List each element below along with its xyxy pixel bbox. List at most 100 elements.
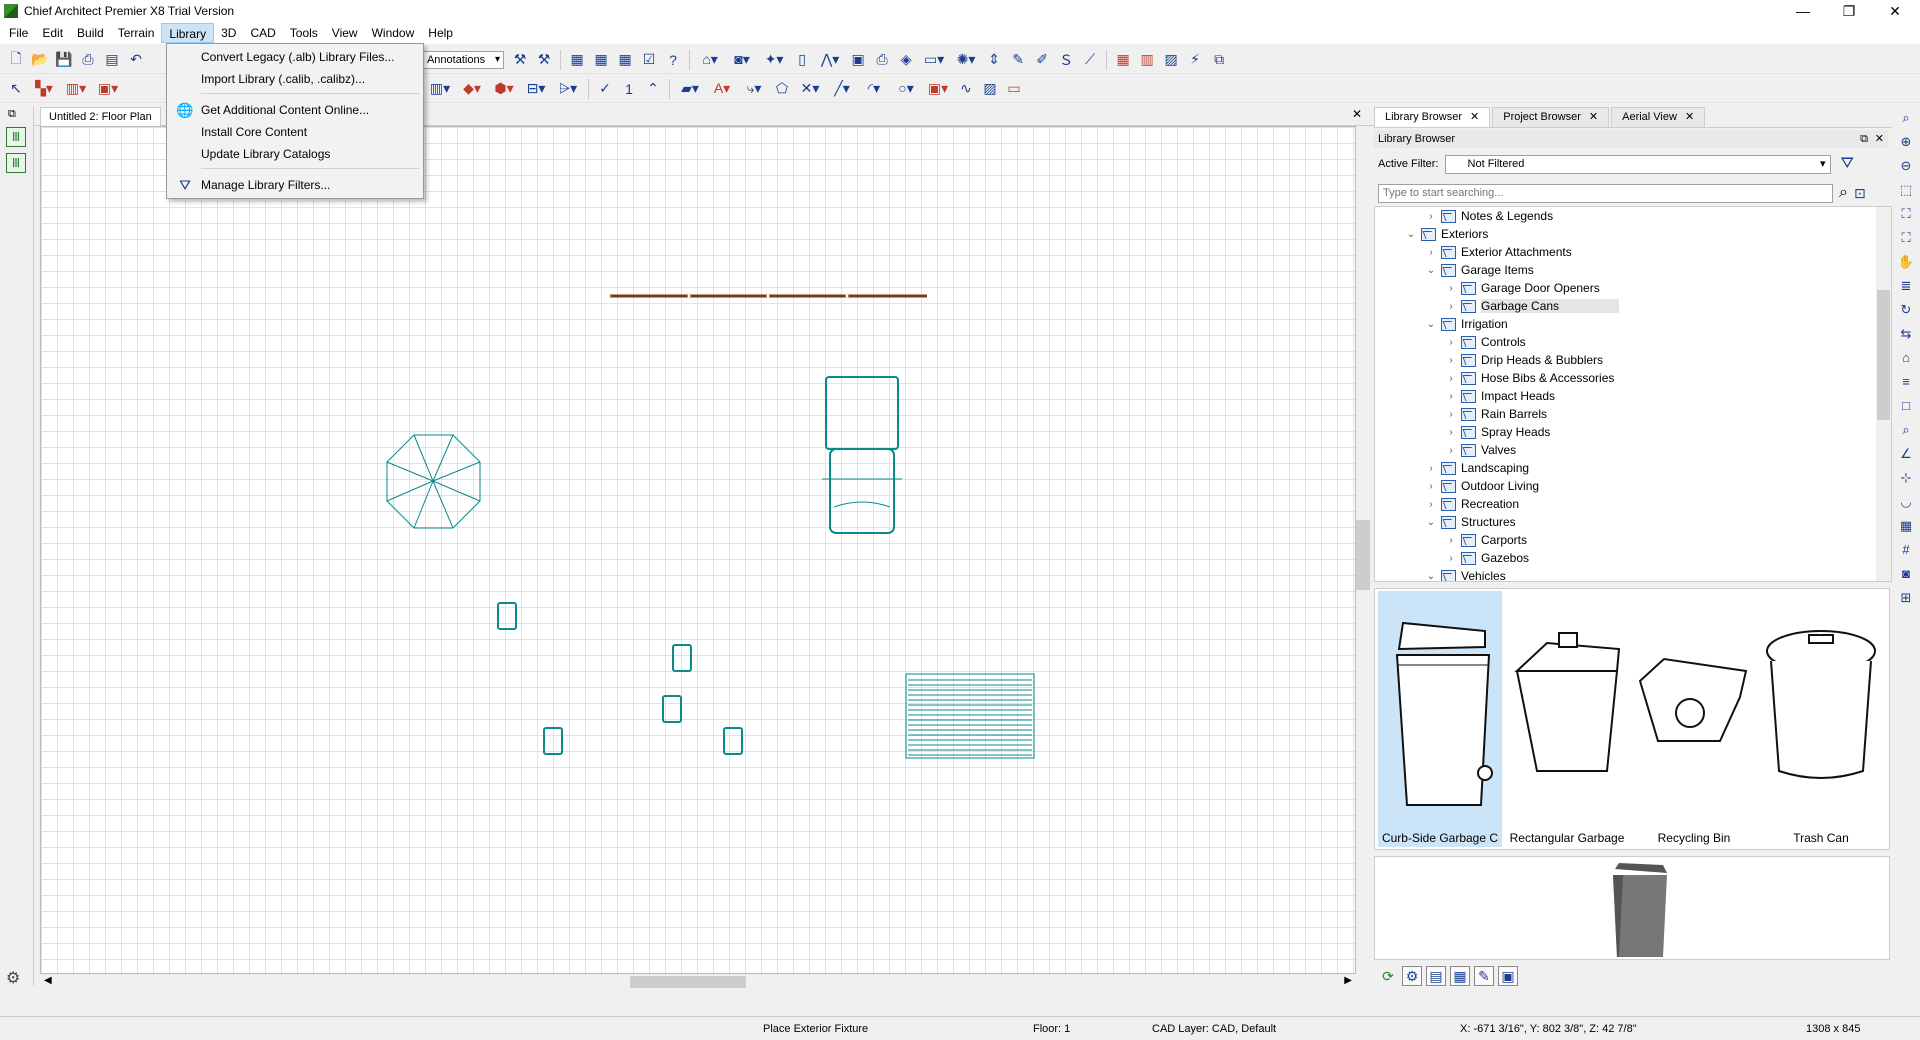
layer-display-icon[interactable]: ▦: [567, 50, 587, 70]
swap-icon[interactable]: ⇆: [1896, 326, 1916, 346]
print-preview-icon[interactable]: ▤: [102, 50, 122, 70]
expand-chevron-icon[interactable]: ›: [1445, 445, 1457, 456]
scroll-left-icon[interactable]: ◀: [44, 975, 52, 986]
spline-icon[interactable]: ∿: [956, 79, 976, 99]
menu-item-update-catalogs[interactable]: Update Library Catalogs: [169, 143, 421, 165]
number-field[interactable]: 1: [619, 79, 639, 99]
window-tile-icon[interactable]: ⧉: [1209, 50, 1229, 70]
search-doc-icon[interactable]: ⌕: [1896, 422, 1916, 442]
tree-scroll-thumb[interactable]: [1877, 290, 1890, 420]
menu-item-import-library[interactable]: Import Library (.calib, .calibz)...: [169, 68, 421, 90]
vehicle-object[interactable]: [822, 376, 902, 534]
thumbnail-recycling-bin[interactable]: Recycling Bin: [1632, 591, 1756, 847]
tape-measure-icon[interactable]: ▰▾: [676, 79, 704, 99]
fixture-alt-icon[interactable]: Ⅲ: [6, 153, 26, 173]
tree-node[interactable]: › Notes & Legends: [1425, 207, 1553, 225]
tab-library-browser[interactable]: Library Browser ✕: [1374, 107, 1491, 127]
text-tool-icon[interactable]: ⩥▾: [554, 79, 582, 99]
menu-file[interactable]: File: [2, 23, 35, 43]
save-icon[interactable]: 💾: [54, 50, 74, 70]
expand-chevron-icon[interactable]: ›: [1445, 553, 1457, 564]
image-icon[interactable]: ▨: [980, 79, 1000, 99]
tree-node[interactable]: › Drip Heads & Bubblers: [1445, 351, 1603, 369]
fence-object[interactable]: [607, 294, 928, 298]
cross-icon[interactable]: ✕▾: [796, 79, 824, 99]
garbage-can-object[interactable]: [723, 727, 743, 755]
thumbnail-trash-can[interactable]: Trash Can: [1759, 591, 1883, 847]
collapse-chevron-icon[interactable]: ⌄: [1425, 517, 1437, 528]
expand-chevron-icon[interactable]: ›: [1425, 247, 1437, 258]
expand-chevron-icon[interactable]: ›: [1445, 355, 1457, 366]
pencil-icon[interactable]: ✎: [1008, 50, 1028, 70]
line-icon[interactable]: ╱▾: [828, 79, 856, 99]
expand-chevron-icon[interactable]: ›: [1445, 301, 1457, 312]
tree-node[interactable]: › Gazebos: [1445, 549, 1529, 567]
close-icon[interactable]: ✕: [1470, 108, 1479, 127]
collapse-chevron-icon[interactable]: ⌄: [1425, 319, 1437, 330]
elevation-view-icon[interactable]: ▥: [1137, 50, 1157, 70]
search-icon[interactable]: ⌕: [1839, 184, 1848, 202]
eyedropper-icon[interactable]: ✐: [1032, 50, 1052, 70]
polyline-icon[interactable]: ⬠: [772, 79, 792, 99]
wrench-alt-icon[interactable]: ⚒: [534, 50, 554, 70]
close-button[interactable]: ✕: [1872, 0, 1918, 22]
close-icon[interactable]: ✕: [1875, 130, 1884, 148]
walkthrough-icon[interactable]: ✦▾: [760, 50, 788, 70]
checklist-icon[interactable]: ☑: [639, 50, 659, 70]
picture-icon[interactable]: ▨: [1161, 50, 1181, 70]
elevation-icon[interactable]: ⋀▾: [816, 50, 844, 70]
arc-icon[interactable]: ◜▾: [860, 79, 888, 99]
light-icon[interactable]: ✺▾: [952, 50, 980, 70]
tree-node[interactable]: › Impact Heads: [1445, 387, 1555, 405]
collapse-chevron-icon[interactable]: ⌄: [1425, 571, 1437, 582]
grid-icon[interactable]: #: [1896, 542, 1916, 562]
zoom-in-icon[interactable]: ⊕: [1896, 134, 1916, 154]
garbage-can-object[interactable]: [672, 644, 692, 672]
fixture-icon[interactable]: Ⅲ: [6, 127, 26, 147]
menu-3d[interactable]: 3D: [214, 23, 243, 43]
menu-cad[interactable]: CAD: [243, 23, 282, 43]
layer-set-icon[interactable]: ▦: [591, 50, 611, 70]
angle-snap-icon[interactable]: ∠: [1896, 446, 1916, 466]
stairs-icon[interactable]: Ｓ: [1056, 50, 1076, 70]
library-info-icon[interactable]: ▣: [1498, 966, 1518, 986]
library-search-input[interactable]: [1378, 183, 1833, 203]
tree-node[interactable]: › Controls: [1445, 333, 1525, 351]
expand-chevron-icon[interactable]: ›: [1445, 427, 1457, 438]
menu-library[interactable]: Library: [161, 23, 215, 43]
gear-icon[interactable]: ⚙: [6, 968, 20, 988]
zoom-icon[interactable]: ⌕: [1896, 110, 1916, 130]
tree-node[interactable]: › Outdoor Living: [1425, 477, 1539, 495]
tree-node[interactable]: › Valves: [1445, 441, 1516, 459]
wrench-icon[interactable]: ⚒: [510, 50, 530, 70]
close-icon[interactable]: ✕: [1685, 108, 1694, 127]
terrain-tool-icon[interactable]: ⬢▾: [490, 79, 518, 99]
plan-close-icon[interactable]: ✕: [1352, 107, 1362, 121]
tree-node[interactable]: › Garbage Cans: [1445, 297, 1620, 315]
menu-item-install-core[interactable]: Install Core Content: [169, 121, 421, 143]
refresh-icon[interactable]: ⟳: [1378, 966, 1398, 986]
rotate-icon[interactable]: ↻: [1896, 302, 1916, 322]
tree-node[interactable]: › Exterior Attachments: [1425, 243, 1571, 261]
help-icon[interactable]: ?: [663, 50, 683, 70]
tab-project-browser[interactable]: Project Browser ✕: [1492, 107, 1610, 127]
tree-node[interactable]: ⌄ Structures: [1425, 513, 1516, 531]
fit-view-icon[interactable]: ⛶: [1896, 230, 1916, 250]
tree-node[interactable]: › Recreation: [1425, 495, 1519, 513]
menu-item-get-content[interactable]: 🌐 Get Additional Content Online...: [169, 99, 421, 121]
scroll-right-icon[interactable]: ▶: [1344, 975, 1352, 986]
advanced-search-icon[interactable]: ⊡: [1854, 185, 1866, 202]
menu-help[interactable]: Help: [421, 23, 460, 43]
garbage-can-object[interactable]: [497, 602, 517, 630]
zoom-box-icon[interactable]: ⬚: [1896, 182, 1916, 202]
zoom-out-icon[interactable]: ⊖: [1896, 158, 1916, 178]
expand-chevron-icon[interactable]: ›: [1425, 211, 1437, 222]
menu-item-convert-legacy[interactable]: Convert Legacy (.alb) Library Files...: [169, 46, 421, 68]
expand-chevron-icon[interactable]: ›: [1425, 499, 1437, 510]
render-icon[interactable]: ▣: [848, 50, 868, 70]
menu-build[interactable]: Build: [70, 23, 111, 43]
layers-icon[interactable]: ≣: [1896, 278, 1916, 298]
garbage-can-object[interactable]: [543, 727, 563, 755]
plan-tab[interactable]: Untitled 2: Floor Plan: [40, 107, 161, 126]
camera-icon[interactable]: ◙▾: [728, 50, 756, 70]
